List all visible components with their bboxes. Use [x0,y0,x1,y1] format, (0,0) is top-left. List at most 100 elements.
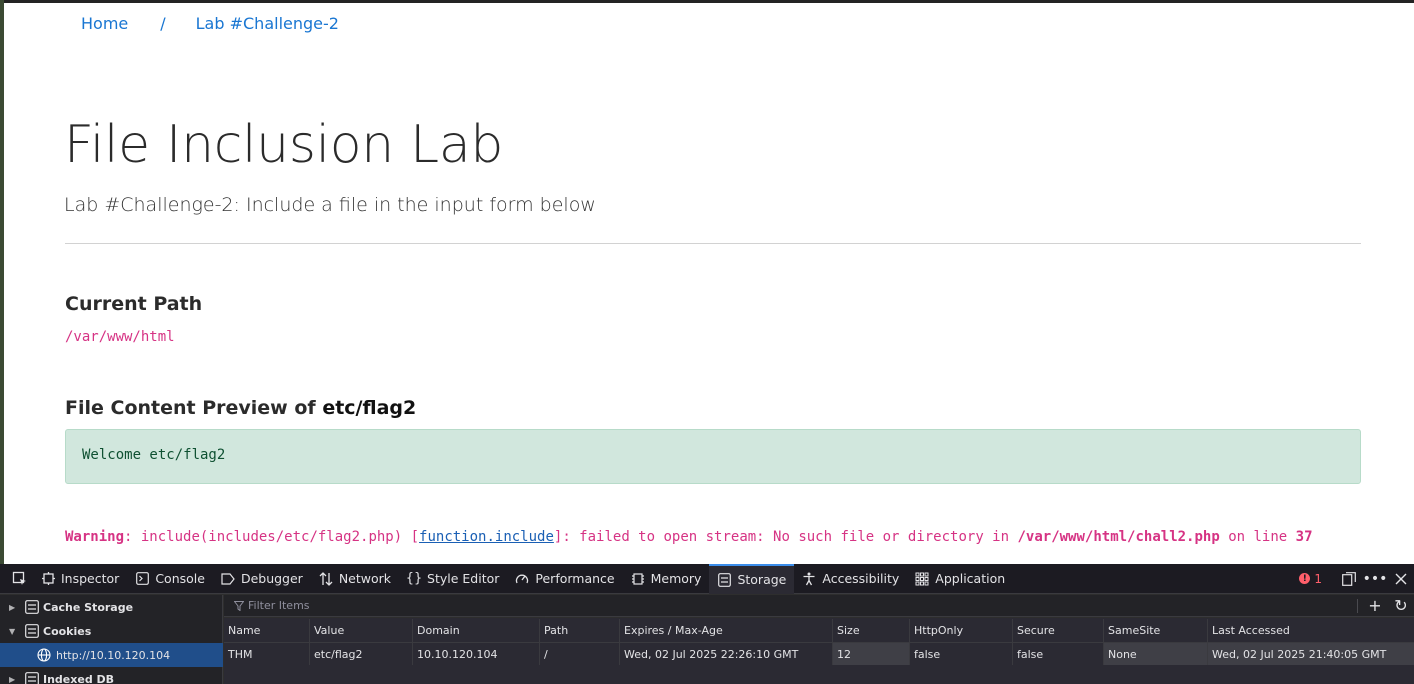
column-header-domain[interactable]: Domain [413,619,540,642]
table-actions: + ↻ [1357,596,1414,615]
tree-item-label: Cookies [43,624,92,638]
tree-item-cache-storage[interactable]: ▶ Cache Storage [0,595,223,619]
filter-input[interactable]: Filter Items [248,599,310,612]
cell-samesite: None [1104,643,1208,665]
php-warning: Warning: include(includes/etc/flag2.php)… [65,529,1313,545]
tree-item-label: Cache Storage [43,600,134,614]
storage-sidebar: ▶ Cache Storage ▼ Cookies http://10.10.1… [0,595,223,684]
web-page: Home / Lab #Challenge-2 File Inclusion L… [4,3,1414,564]
add-item-button[interactable]: + [1362,596,1388,615]
tab-label: Performance [535,571,615,586]
preview-content: Welcome etc/flag2 [82,447,226,463]
current-path-heading: Current Path [65,293,203,315]
cell-value: etc/flag2 [310,643,413,665]
tab-performance[interactable]: Performance [507,564,622,594]
tab-label: Network [338,571,392,586]
warning-line: 37 [1295,529,1313,545]
memory-icon [631,572,645,586]
tab-accessibility[interactable]: Accessibility [794,564,907,594]
warning-text-1: : include(includes/etc/flag2.php) [ [124,529,420,545]
function-include-link[interactable]: function.include [419,529,554,545]
element-picker-button[interactable] [7,564,33,594]
column-header-secure[interactable]: Secure [1013,619,1104,642]
column-header-size[interactable]: Size [833,619,910,642]
breadcrumb-separator: / [160,14,166,33]
expand-arrow-icon: ▶ [9,602,16,612]
globe-icon [37,648,51,662]
storage-db-icon [25,624,39,638]
storage-db-icon [25,600,39,614]
performance-icon [515,572,529,586]
cell-size: 12 [833,643,910,665]
more-options-button[interactable]: ••• [1362,564,1388,594]
devtools-right-controls: ! 1 ••• [1299,564,1414,594]
tab-label: Storage [737,572,787,587]
cell-httponly: false [910,643,1013,665]
dock-button[interactable] [1336,564,1362,594]
style-editor-icon: {} [405,571,423,586]
preview-heading-prefix: File Content Preview of [65,397,316,419]
tab-label: Accessibility [822,571,900,586]
tree-item-cookies[interactable]: ▼ Cookies [0,619,223,643]
column-header-name[interactable]: Name [224,619,310,642]
storage-icon [717,572,731,587]
column-header-path[interactable]: Path [540,619,620,642]
warning-label: Warning [65,529,125,545]
table-header: Name Value Domain Path Expires / Max-Age… [224,619,1414,643]
column-header-httponly[interactable]: HttpOnly [910,619,1013,642]
breadcrumb: Home / Lab #Challenge-2 [81,14,339,33]
breadcrumb-home-link[interactable]: Home [81,14,128,33]
cookie-table: Name Value Domain Path Expires / Max-Age… [224,618,1414,684]
devtools-toolbar: Inspector Console Debugger Network {} St… [0,563,1414,594]
column-header-last-accessed[interactable]: Last Accessed [1208,619,1414,642]
plus-icon: + [1368,596,1382,615]
tab-application[interactable]: Application [907,564,1013,594]
breadcrumb-current-link[interactable]: Lab #Challenge-2 [196,14,339,33]
error-icon: ! [1299,573,1311,584]
tree-item-cookie-host[interactable]: http://10.10.120.104 [0,643,223,667]
tab-memory[interactable]: Memory [623,564,710,594]
filter-bar: Filter Items + ↻ [224,595,1414,617]
column-header-expires[interactable]: Expires / Max-Age [620,619,833,642]
expand-arrow-icon: ▶ [9,674,16,684]
tree-item-label: Indexed DB [43,672,115,684]
refresh-button[interactable]: ↻ [1388,596,1414,615]
tab-style-editor[interactable]: {} Style Editor [399,564,507,594]
preview-heading: File Content Preview of etc/flag2 [65,397,416,419]
cell-secure: false [1013,643,1104,665]
column-header-samesite[interactable]: SameSite [1104,619,1208,642]
tab-network[interactable]: Network [311,564,399,594]
tab-label: Inspector [61,571,120,586]
inspector-icon [41,572,55,586]
debugger-icon [221,572,235,586]
console-icon [135,572,149,586]
tab-label: Debugger [240,571,303,586]
divider [65,243,1361,244]
cell-last-accessed: Wed, 02 Jul 2025 21:40:05 GMT [1208,643,1414,665]
close-devtools-button[interactable] [1388,564,1414,594]
table-row[interactable]: THM etc/flag2 10.10.120.104 / Wed, 02 Ju… [224,643,1414,665]
tab-label: Console [155,571,205,586]
more-icon: ••• [1362,570,1388,587]
column-header-value[interactable]: Value [310,619,413,642]
storage-db-icon [25,672,39,684]
tab-console[interactable]: Console [127,564,213,594]
tab-inspector[interactable]: Inspector [33,564,127,594]
close-icon [1395,573,1407,584]
error-count: 1 [1314,571,1322,586]
tab-storage[interactable]: Storage [709,563,795,594]
warning-text-3: on line [1219,529,1296,545]
tree-item-indexed-db[interactable]: ▶ Indexed DB [0,667,223,684]
tab-debugger[interactable]: Debugger [213,564,311,594]
toolbar-separator [1357,598,1358,613]
page-subtitle: Lab #Challenge-2: Include a file in the … [64,194,596,216]
collapse-arrow-icon: ▼ [9,626,16,636]
tab-label: Application [935,571,1006,586]
dock-icon [1342,571,1356,586]
preview-heading-file: etc/flag2 [322,397,417,419]
tree-item-label: http://10.10.120.104 [56,648,171,662]
error-counter[interactable]: ! 1 [1299,572,1322,586]
cell-name: THM [224,643,310,665]
tab-label: Style Editor [427,571,500,586]
filter-icon [234,600,244,611]
